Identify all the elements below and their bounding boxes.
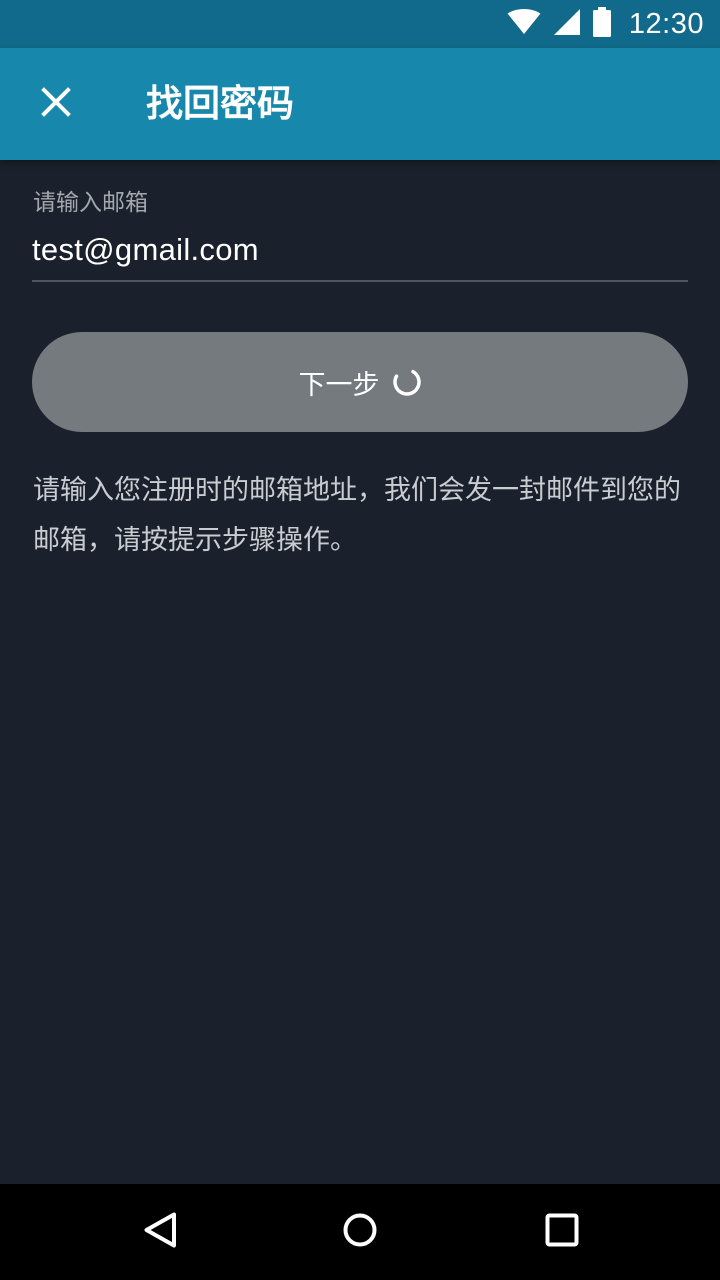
recents-icon [545,1213,579,1251]
home-icon [342,1212,378,1252]
close-icon [41,87,71,121]
status-time: 12:30 [628,7,704,40]
battery-icon [592,7,611,41]
home-button[interactable] [312,1184,408,1280]
email-field[interactable] [32,222,688,278]
recents-button[interactable] [514,1184,610,1280]
app-bar: 找回密码 [0,48,720,160]
wifi-icon [507,9,541,39]
close-button[interactable] [24,72,88,136]
email-field-underline [32,280,688,282]
instruction-text: 请输入您注册时的邮箱地址，我们会发一封邮件到您的邮箱，请按提示步骤操作。 [33,475,681,556]
page-title: 找回密码 [146,82,294,125]
back-button[interactable] [112,1184,208,1280]
next-button[interactable]: 下一步 [32,332,688,432]
forgot-password-screen: 12:30 找回密码 请输入邮箱 下一步 请输入您注册时的邮箱地址，我们会发一封… [0,0,720,1280]
next-button-label: 下一步 [298,369,380,401]
navigation-bar [0,1184,720,1280]
status-bar: 12:30 [0,0,720,48]
cellular-signal-icon [553,8,581,40]
email-field-label: 请输入邮箱 [33,190,148,216]
loading-spinner-icon [392,367,422,397]
status-icons: 12:30 [507,0,704,48]
back-icon [143,1212,177,1252]
